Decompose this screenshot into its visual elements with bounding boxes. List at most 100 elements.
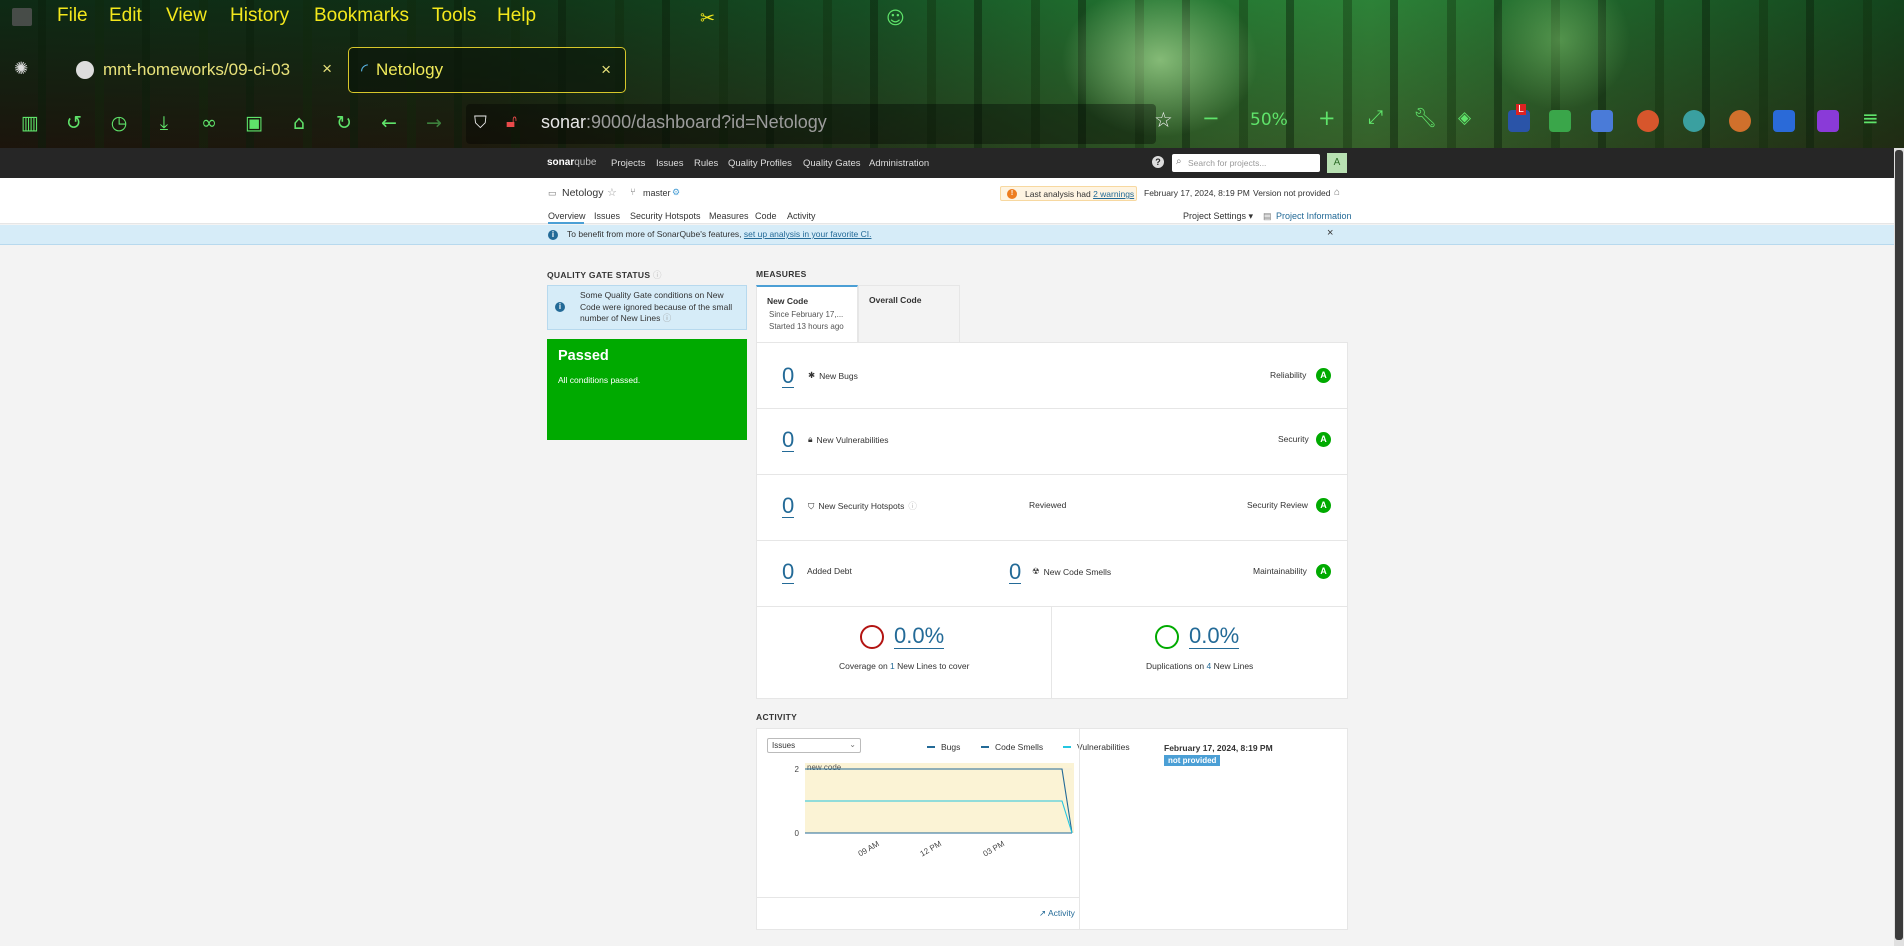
setup-analysis-link[interactable]: set up analysis in your favorite CI. <box>744 229 872 239</box>
close-icon[interactable]: × <box>322 59 332 79</box>
url-text[interactable]: sonar:9000/dashboard?id=Netology <box>541 112 827 133</box>
home-icon[interactable]: ⌂ <box>286 110 312 136</box>
menu-view[interactable]: View <box>166 5 207 27</box>
new-hotspots-value[interactable]: 0 <box>782 495 795 518</box>
extension-sync-icon[interactable] <box>1683 110 1705 132</box>
close-icon[interactable]: × <box>1327 227 1333 239</box>
zoom-in-icon[interactable]: + <box>1318 106 1336 130</box>
new-vulnerabilities-value[interactable]: 0 <box>782 429 795 452</box>
close-icon[interactable]: × <box>601 60 611 80</box>
url-bar[interactable]: ⛉ 🔓︎ sonar:9000/dashboard?id=Netology <box>466 104 1156 144</box>
favorite-star-icon[interactable]: ☆ <box>607 186 617 199</box>
tab-overview[interactable]: Overview <box>548 211 586 221</box>
menu-file[interactable]: File <box>57 5 88 27</box>
extension-book-icon[interactable] <box>1773 110 1795 132</box>
activity-link[interactable]: ↗ Activity <box>1039 908 1075 919</box>
project-information-button[interactable]: Project Information <box>1276 211 1352 221</box>
browser-chrome: File Edit View History Bookmarks Tools H… <box>0 0 1904 148</box>
info-icon: i <box>548 230 558 240</box>
scissors-icon[interactable]: ✂ <box>700 8 715 29</box>
legend-code-smells[interactable]: Code Smells <box>981 742 1043 752</box>
menu-tools[interactable]: Tools <box>432 5 476 27</box>
history-icon[interactable]: ↺ <box>61 110 87 136</box>
tab-activity[interactable]: Activity <box>787 211 816 221</box>
duplications-value[interactable]: 0.0% <box>1189 624 1240 649</box>
project-name[interactable]: Netology <box>562 187 603 199</box>
tab-overall-code[interactable]: Overall Code <box>858 285 960 343</box>
zoom-out-icon[interactable]: − <box>1202 106 1220 130</box>
extension-palette-icon[interactable] <box>1729 110 1751 132</box>
tab-code[interactable]: Code <box>755 211 777 221</box>
graph-type-select[interactable]: Issues ⌄ <box>767 738 861 753</box>
help-icon[interactable]: ? <box>1152 156 1164 168</box>
sidebar-icon[interactable]: ▥ <box>17 110 43 136</box>
nav-rules[interactable]: Rules <box>694 158 718 169</box>
nav-quality-profiles[interactable]: Quality Profiles <box>728 158 792 169</box>
new-hotspots-label: ⛉ New Security Hotspots ⓘ <box>808 500 917 512</box>
nav-issues[interactable]: Issues <box>656 158 683 169</box>
scrollbar[interactable] <box>1894 148 1904 946</box>
wrench-icon[interactable]: 🔧︎ <box>1413 106 1437 129</box>
maintainability-rating[interactable]: A <box>1316 564 1331 579</box>
menu-bar: File Edit View History Bookmarks Tools H… <box>0 0 1904 32</box>
shield-icon[interactable]: ⛉ <box>474 113 487 133</box>
extension-shield-icon[interactable] <box>1549 110 1571 132</box>
extension-l-icon[interactable]: L <box>1508 104 1530 132</box>
quality-gate-note: i Some Quality Gate conditions on New Co… <box>547 285 747 330</box>
branch-settings-icon[interactable]: ⚙ <box>672 187 680 198</box>
extension-puzzle-icon[interactable] <box>1817 110 1839 132</box>
pocket-icon[interactable]: ◈ <box>1458 108 1471 128</box>
menu-icon[interactable]: ≡ <box>1862 106 1879 130</box>
tab-github[interactable]: mnt-homeworks/09-ci-03 × <box>76 47 338 93</box>
tab-netology[interactable]: ◜ Netology × <box>348 47 626 93</box>
new-code-smells-value[interactable]: 0 <box>1009 561 1022 584</box>
project-settings-button[interactable]: Project Settings ▾ <box>1183 211 1253 222</box>
reliability-rating[interactable]: A <box>1316 368 1331 383</box>
help-icon[interactable]: ⓘ <box>663 313 672 323</box>
help-icon[interactable]: ⓘ <box>653 270 662 280</box>
extension-fox-icon[interactable] <box>1637 110 1659 132</box>
security-rating[interactable]: A <box>1316 432 1331 447</box>
tab-measures[interactable]: Measures <box>709 211 749 221</box>
scrollbar-thumb[interactable] <box>1895 150 1903 940</box>
sonarqube-logo[interactable]: sonarqube <box>547 157 596 168</box>
menu-help[interactable]: Help <box>497 5 536 27</box>
extension-save-icon[interactable] <box>1591 110 1613 132</box>
tab-security-hotspots[interactable]: Security Hotspots <box>630 211 701 221</box>
tab-issues[interactable]: Issues <box>594 211 620 221</box>
help-icon[interactable]: ⓘ <box>908 500 917 512</box>
warnings-link[interactable]: 2 warnings <box>1093 189 1134 199</box>
download-icon[interactable]: ⤓ <box>151 110 177 136</box>
star-icon[interactable]: ☆ <box>1154 108 1173 132</box>
avatar[interactable]: A <box>1327 153 1347 173</box>
branch-name[interactable]: master <box>643 188 671 198</box>
reload-icon[interactable]: ↻ <box>331 110 357 136</box>
new-bugs-value[interactable]: 0 <box>782 365 795 388</box>
nav-quality-gates[interactable]: Quality Gates <box>803 158 861 169</box>
reliability-label: Reliability <box>1270 370 1307 380</box>
legend-bugs[interactable]: Bugs <box>927 742 960 752</box>
coverage-value[interactable]: 0.0% <box>894 624 945 649</box>
menu-history[interactable]: History <box>230 5 289 27</box>
search-input[interactable]: ⌕ Search for projects... <box>1172 154 1320 172</box>
menu-edit[interactable]: Edit <box>109 5 142 27</box>
back-icon[interactable]: ← <box>376 110 402 136</box>
legend-vulnerabilities[interactable]: Vulnerabilities <box>1063 742 1130 752</box>
home-page-icon[interactable]: ⌂ <box>1334 187 1340 198</box>
screen-add-icon[interactable]: ▣ <box>241 110 267 136</box>
added-debt-value[interactable]: 0 <box>782 561 795 584</box>
mask-icon[interactable]: ∞ <box>196 110 222 136</box>
security-review-label: Security Review <box>1247 500 1308 510</box>
bug-icon[interactable]: ✺ <box>14 59 28 79</box>
forward-icon[interactable]: → <box>421 110 447 136</box>
lock-icon[interactable]: 🔓︎ <box>506 112 517 132</box>
zoom-level[interactable]: 50% <box>1250 110 1288 130</box>
menu-bookmarks[interactable]: Bookmarks <box>314 5 409 27</box>
tab-new-code[interactable]: New Code Since February 17,... Started 1… <box>756 285 858 343</box>
security-review-rating[interactable]: A <box>1316 498 1331 513</box>
nav-administration[interactable]: Administration <box>869 158 929 169</box>
clock-icon[interactable]: ◷ <box>106 110 132 136</box>
nav-projects[interactable]: Projects <box>611 158 645 169</box>
fullscreen-icon[interactable]: ⤢ <box>1368 106 1383 128</box>
person-icon[interactable]: ☺ <box>886 8 905 29</box>
